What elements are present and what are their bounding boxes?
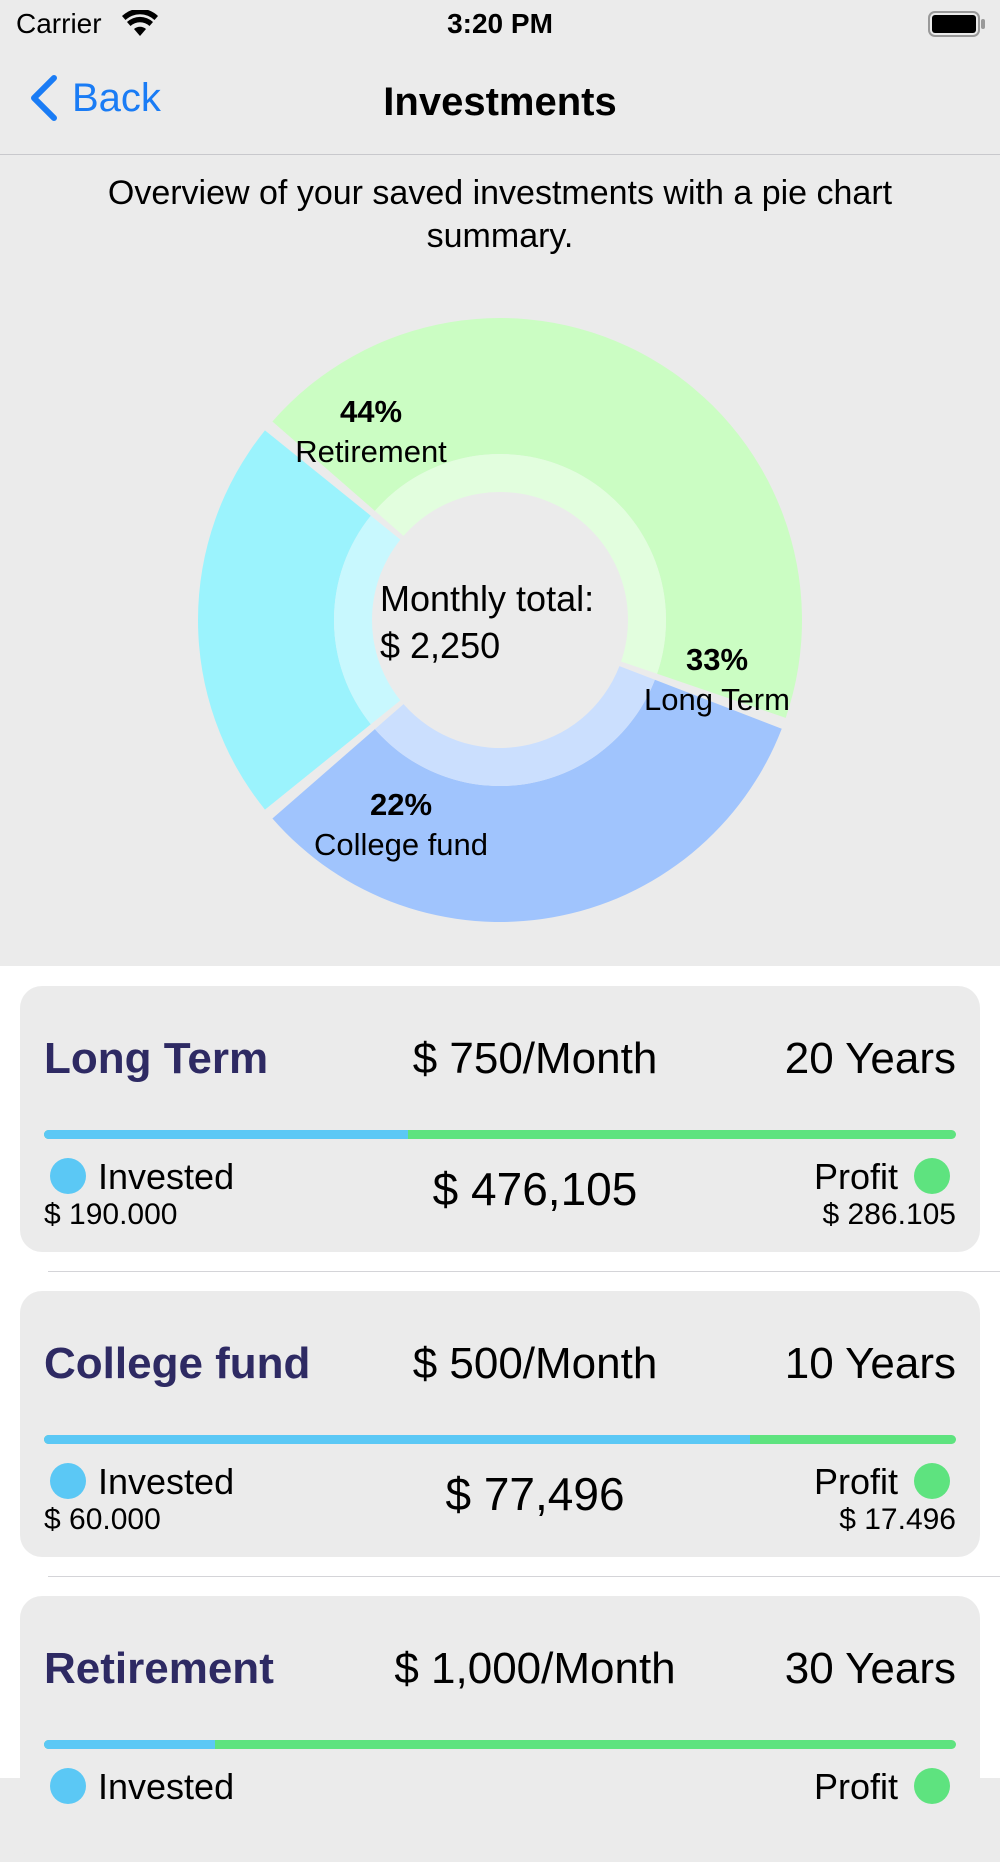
- profit-label: Profit: [813, 1461, 898, 1502]
- center-label-value: $ 2,250: [380, 625, 501, 666]
- profit-legend-dot: [914, 1463, 950, 1499]
- chart-center-label: Monthly total: $ 2,250: [380, 575, 594, 669]
- page-title: Investments: [383, 80, 617, 124]
- card-monthly-amount: $ 500/Month: [412, 1339, 658, 1388]
- invested-value: $ 60.000: [44, 1503, 161, 1536]
- divider: [48, 1576, 1000, 1577]
- profit-label: Profit: [813, 1156, 898, 1197]
- slice-label-retirement[interactable]: 44% Retirement: [241, 392, 501, 472]
- invested-label: Invested: [98, 1766, 235, 1807]
- pie-chart: Monthly total: $ 2,250 44% Retirement 33…: [0, 258, 1000, 938]
- card-title: Retirement: [44, 1644, 274, 1693]
- card-monthly-amount: $ 750/Month: [412, 1034, 658, 1083]
- profit-value: $ 17.496: [839, 1503, 956, 1536]
- invested-bar-fill: [44, 1130, 408, 1139]
- slice-percent: 22%: [369, 787, 433, 822]
- investment-card-long-term[interactable]: Long Term $ 750/Month 20 Years Invested …: [20, 986, 980, 1252]
- card-title: Long Term: [44, 1034, 269, 1083]
- investment-card-retirement[interactable]: Retirement $ 1,000/Month 30 Years Invest…: [20, 1596, 980, 1862]
- slice-percent: 33%: [685, 642, 749, 677]
- card-monthly-amount: $ 1,000/Month: [394, 1644, 676, 1693]
- status-bar: Carrier 3:20 PM: [0, 0, 1000, 50]
- battery-icon: [928, 11, 985, 37]
- invested-value: $ 190.000: [44, 1198, 178, 1231]
- invested-legend-dot: [50, 1158, 86, 1194]
- investment-list: Long Term $ 750/Month 20 Years Invested …: [0, 966, 1000, 1862]
- profit-legend-dot: [914, 1768, 950, 1804]
- slice-name: Long Term: [644, 682, 790, 717]
- slice-label-long-term[interactable]: 33% Long Term: [587, 640, 847, 720]
- slice-name: Retirement: [295, 434, 447, 469]
- clock: 3:20 PM: [447, 8, 553, 39]
- invested-legend-dot: [50, 1463, 86, 1499]
- invested-legend-dot: [50, 1768, 86, 1804]
- page-description: Overview of your saved investments with …: [107, 174, 893, 255]
- invested-bar-fill: [44, 1740, 215, 1749]
- investment-card-college-fund[interactable]: College fund $ 500/Month 10 Years Invest…: [20, 1291, 980, 1557]
- card-duration: 20 Years: [784, 1034, 956, 1083]
- total-value: $ 77,496: [445, 1468, 625, 1520]
- invested-label: Invested: [98, 1461, 235, 1502]
- profit-value: $ 286.105: [822, 1198, 956, 1231]
- slice-label-college-fund[interactable]: 22% College fund: [271, 785, 531, 865]
- invested-label: Invested: [98, 1156, 235, 1197]
- invested-bar-fill: [44, 1435, 750, 1444]
- slice-percent: 44%: [339, 394, 403, 429]
- slice-name: College fund: [313, 827, 489, 862]
- invested-profit-bar: [44, 1740, 956, 1749]
- center-label-title: Monthly total:: [380, 578, 595, 619]
- profit-label: Profit: [813, 1766, 898, 1807]
- card-duration: 30 Years: [784, 1644, 956, 1693]
- invested-profit-bar: [44, 1435, 956, 1444]
- divider: [48, 1271, 1000, 1272]
- invested-profit-bar: [44, 1130, 956, 1139]
- profit-legend-dot: [914, 1158, 950, 1194]
- total-value: $ 476,105: [432, 1163, 638, 1215]
- card-duration: 10 Years: [784, 1339, 956, 1388]
- navigation-bar: Back Investments: [0, 50, 1000, 155]
- card-title: College fund: [44, 1339, 311, 1388]
